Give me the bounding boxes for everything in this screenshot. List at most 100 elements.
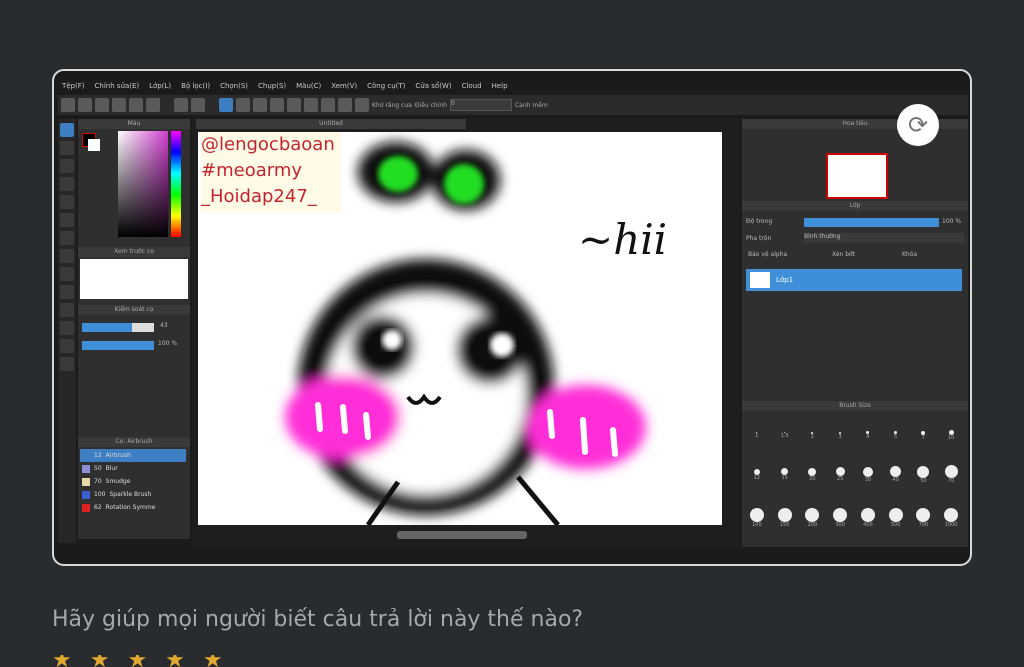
- snap-gear-icon[interactable]: [338, 98, 352, 112]
- snap-curve-icon[interactable]: [321, 98, 335, 112]
- brush-size-cell[interactable]: 40: [883, 454, 909, 495]
- menu-select[interactable]: Chọn(S): [220, 82, 248, 90]
- redo-icon[interactable]: [191, 98, 205, 112]
- layer-row[interactable]: Lớp1: [746, 269, 962, 291]
- brush-tool-icon[interactable]: [60, 123, 74, 137]
- brush-list: 12 Airbrush 50 Blur 70 Smudge 100 Sparkle Br…: [80, 449, 186, 529]
- brush-size-cell[interactable]: 20: [800, 454, 826, 495]
- brush-size-cell[interactable]: 700: [911, 497, 937, 539]
- eraser-tool-icon[interactable]: [60, 141, 74, 155]
- blend-select[interactable]: Bình thường: [804, 233, 964, 243]
- menu-help[interactable]: Help: [492, 82, 508, 90]
- brush-size-cell[interactable]: 70: [938, 454, 964, 495]
- brush-size-cell[interactable]: 15: [772, 454, 798, 495]
- brush-size-cell[interactable]: 300: [827, 497, 853, 539]
- eyedropper-tool-icon[interactable]: [60, 303, 74, 317]
- select-tool-icon[interactable]: [60, 159, 74, 173]
- brush-size-cell[interactable]: 7: [911, 419, 937, 452]
- brush-size-cell[interactable]: 100: [744, 497, 770, 539]
- snap-cross-icon[interactable]: [253, 98, 267, 112]
- size-slider[interactable]: [82, 323, 154, 332]
- snap-circle-icon[interactable]: [304, 98, 318, 112]
- menu-view[interactable]: Xem(V): [331, 82, 357, 90]
- fill-rect-tool-icon[interactable]: [60, 213, 74, 227]
- open-file-icon[interactable]: [78, 98, 92, 112]
- bucket-tool-icon[interactable]: [60, 231, 74, 245]
- brush-size-cell[interactable]: 1.5: [772, 419, 798, 452]
- hue-slider[interactable]: [171, 131, 181, 237]
- menu-cloud[interactable]: Cloud: [462, 82, 482, 90]
- menu-color[interactable]: Màu(C): [296, 82, 321, 90]
- menu-tools[interactable]: Công cụ(T): [367, 82, 405, 90]
- brush-item[interactable]: 62 Rotation Symme: [80, 501, 186, 514]
- secondary-color-swatch[interactable]: [88, 139, 100, 151]
- menu-edit[interactable]: Chỉnh sửa(E): [95, 82, 140, 90]
- menu-file[interactable]: Tệp(F): [62, 82, 85, 90]
- brush-size-cell[interactable]: 5: [883, 419, 909, 452]
- brush-item[interactable]: 50 Blur: [80, 462, 186, 475]
- brush-size-cell[interactable]: 3: [827, 419, 853, 452]
- menu-layer[interactable]: Lớp(L): [149, 82, 171, 90]
- brush-size-cell[interactable]: 25: [827, 454, 853, 495]
- color-picker[interactable]: [118, 131, 168, 237]
- snap-off-icon[interactable]: [219, 98, 233, 112]
- grid-icon[interactable]: [146, 98, 160, 112]
- brush-size-cell[interactable]: 500: [883, 497, 909, 539]
- gradient-tool-icon[interactable]: [60, 249, 74, 263]
- opacity-slider[interactable]: [82, 341, 154, 350]
- brush-size-cell[interactable]: 200: [800, 497, 826, 539]
- brush-size-cell[interactable]: 400: [855, 497, 881, 539]
- menu-filter[interactable]: Bộ lọc(I): [181, 82, 210, 90]
- opacity-value[interactable]: 100 %: [158, 340, 177, 347]
- check-tool-icon[interactable]: [60, 177, 74, 191]
- antialias-label[interactable]: Khử răng cưa: [372, 102, 412, 109]
- brush-item[interactable]: 12 Airbrush: [80, 449, 186, 462]
- brush-size-cell[interactable]: 2: [800, 419, 826, 452]
- brush-size-cell[interactable]: 30: [855, 454, 881, 495]
- brush-size-cell[interactable]: 12: [744, 454, 770, 495]
- snap-vanish-icon[interactable]: [270, 98, 284, 112]
- clipping-checkbox[interactable]: Xén bớt: [832, 251, 855, 258]
- correction-select[interactable]: 0: [449, 99, 512, 111]
- layer-name: Lớp1: [776, 276, 794, 284]
- snap-radial-icon[interactable]: [287, 98, 301, 112]
- menu-capture[interactable]: Chụp(S): [258, 82, 286, 90]
- layer-opacity-value[interactable]: 100 %: [942, 218, 961, 225]
- brush-size-cell[interactable]: 50: [911, 454, 937, 495]
- horizontal-scrollbar[interactable]: [397, 531, 527, 539]
- canvas-tab[interactable]: Untitled: [196, 119, 466, 129]
- hand-tool-icon[interactable]: [60, 357, 74, 371]
- move-tool-icon[interactable]: [60, 195, 74, 209]
- size-value[interactable]: 43: [160, 322, 168, 329]
- brush-item[interactable]: 70 Smudge: [80, 475, 186, 488]
- menu-window[interactable]: Cửa sổ(W): [415, 82, 451, 90]
- soft-edge-label[interactable]: Cạnh mềm: [515, 102, 548, 109]
- snap-parallel-icon[interactable]: [236, 98, 250, 112]
- brush-size-cell[interactable]: 4: [855, 419, 881, 452]
- lock-checkbox[interactable]: Khóa: [902, 251, 917, 258]
- drawing-canvas[interactable]: ~hii @lengocbaoan #meoarmy _Hoidap247_: [198, 132, 722, 525]
- protect-alpha-checkbox[interactable]: Bảo vệ alpha: [748, 251, 787, 258]
- snap-settings-icon[interactable]: [355, 98, 369, 112]
- undo-icon[interactable]: [174, 98, 188, 112]
- export-icon[interactable]: [112, 98, 126, 112]
- brush-size-cell[interactable]: 1000: [938, 497, 964, 539]
- lasso-tool-icon[interactable]: [60, 267, 74, 281]
- layer-thumbnail: [750, 272, 770, 288]
- brush-size-cell[interactable]: 150: [772, 497, 798, 539]
- brush-item[interactable]: 100 Sparkle Brush: [80, 488, 186, 501]
- text-tool-icon[interactable]: [60, 321, 74, 335]
- magic-wand-tool-icon[interactable]: [60, 285, 74, 299]
- pen-tool-icon[interactable]: [60, 339, 74, 353]
- save-icon[interactable]: [95, 98, 109, 112]
- brush-size-cell[interactable]: 1: [744, 419, 770, 452]
- page-icon[interactable]: [129, 98, 143, 112]
- toolbar: Khử răng cưa Điều chỉnh 0 Cạnh mềm: [58, 95, 968, 115]
- new-file-icon[interactable]: [61, 98, 75, 112]
- brush-size-cell[interactable]: 10: [938, 419, 964, 452]
- layer-panel-header: Lớp: [742, 201, 968, 211]
- layer-opacity-slider[interactable]: [804, 218, 939, 227]
- refresh-icon[interactable]: ⟳: [897, 104, 939, 146]
- navigator-thumbnail: [826, 153, 888, 199]
- star-rating[interactable]: ★★★★★: [52, 655, 241, 667]
